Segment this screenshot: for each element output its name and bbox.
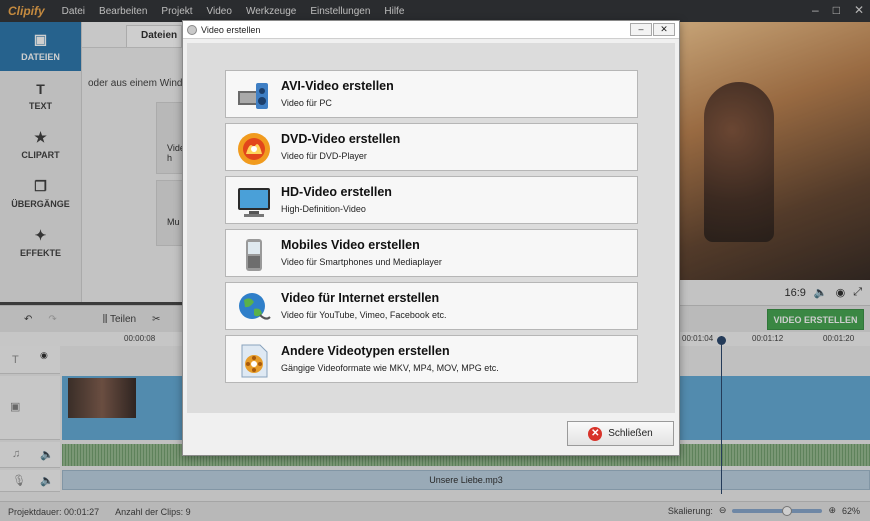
option-title: DVD-Video erstellen <box>281 132 401 146</box>
option-subtitle: Video für YouTube, Vimeo, Facebook etc. <box>281 310 447 320</box>
option-dvd-video[interactable]: DVD-Video erstellen Video für DVD-Player <box>225 123 638 171</box>
option-internet-video[interactable]: Video für Internet erstellen Video für Y… <box>225 282 638 330</box>
globe-icon <box>239 293 271 320</box>
option-mobile-video[interactable]: Mobiles Video erstellen Video für Smartp… <box>225 229 638 277</box>
close-dialog-button[interactable]: ✕ Schließen <box>567 421 674 446</box>
app-icon <box>187 24 197 35</box>
dvd-icon <box>238 133 270 165</box>
speaker-icon <box>238 83 268 109</box>
option-title: Andere Videotypen erstellen <box>281 344 450 358</box>
option-subtitle: High-Definition-Video <box>281 204 366 214</box>
option-hd-video[interactable]: HD-Video erstellen High-Definition-Video <box>225 176 638 224</box>
option-title: Mobiles Video erstellen <box>281 238 420 252</box>
dialog-minimize-icon[interactable]: – <box>630 23 652 36</box>
option-subtitle: Video für Smartphones und Mediaplayer <box>281 257 442 267</box>
option-title: Video für Internet erstellen <box>281 291 440 305</box>
film-file-icon <box>241 344 268 378</box>
dialog-close-icon[interactable]: ✕ <box>653 23 675 36</box>
close-icon: ✕ <box>588 426 603 441</box>
phone-icon <box>246 239 262 271</box>
option-avi-video[interactable]: AVI-Video erstellen Video für PC <box>225 70 638 118</box>
option-subtitle: Video für DVD-Player <box>281 151 367 161</box>
option-subtitle: Video für PC <box>281 98 332 108</box>
create-video-dialog: Video erstellen – ✕ AVI-Video erstellen … <box>182 20 680 456</box>
close-button-label: Schließen <box>608 428 653 439</box>
dialog-title: Video erstellen <box>201 24 261 35</box>
dialog-titlebar: Video erstellen – ✕ <box>183 21 679 39</box>
dialog-window-controls: – ✕ <box>629 23 675 36</box>
option-subtitle: Gängige Videoformate wie MKV, MP4, MOV, … <box>281 363 499 373</box>
monitor-icon <box>238 188 270 217</box>
option-title: AVI-Video erstellen <box>281 79 394 93</box>
dialog-body: AVI-Video erstellen Video für PC DVD-Vid… <box>187 43 675 413</box>
option-title: HD-Video erstellen <box>281 185 392 199</box>
option-other-video[interactable]: Andere Videotypen erstellen Gängige Vide… <box>225 335 638 383</box>
